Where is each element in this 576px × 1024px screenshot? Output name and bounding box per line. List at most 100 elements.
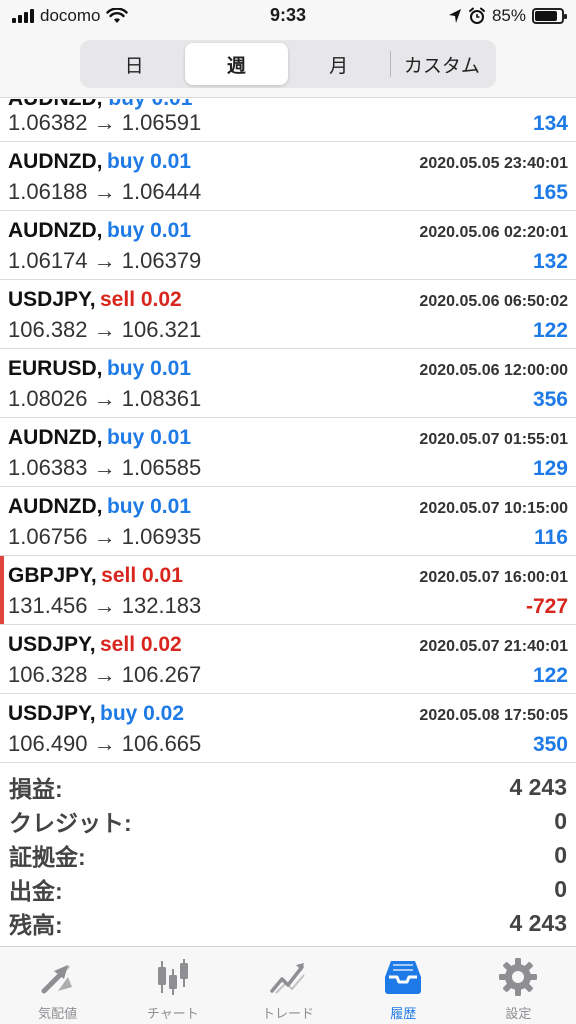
history-summary: 損益: 4 243 クレジット: 0 証拠金: 0 出金: 0 残高: 4 243	[0, 770, 576, 940]
deal-datetime: 2020.05.06 12:00:00	[419, 362, 568, 379]
deal-prices: 1.06174 → 1.06379	[8, 248, 202, 273]
deal-detail: 1.06383 → 1.06585 129	[8, 455, 568, 481]
deal-detail: 1.06188 → 1.06444 165	[8, 179, 568, 205]
deal-datetime: 2020.05.06 02:20:01	[419, 224, 568, 241]
trade-line-icon	[270, 963, 305, 994]
deal-profit: 356	[532, 388, 568, 411]
deal-symbol: AUDNZD,	[8, 495, 103, 518]
tab-settings[interactable]: 設定	[461, 947, 576, 1024]
deal-symbol: AUDNZD,	[8, 150, 103, 173]
deal-detail: 1.06756 → 1.06935 116	[8, 524, 568, 550]
battery-icon	[532, 8, 567, 24]
deal-symbol: AUDNZD,	[8, 219, 103, 242]
deal-datetime: 2020.05.06 06:50:02	[419, 293, 568, 310]
tab-day[interactable]: 日	[83, 43, 185, 85]
deal-row[interactable]: USDJPY, buy 0.02 2020.05.08 17:50:05 106.4…	[0, 694, 576, 763]
deal-direction: sell 0.02	[100, 288, 182, 311]
deal-prices: 106.490 → 106.665	[8, 731, 202, 756]
deal-row[interactable]: USDJPY, sell 0.02 2020.05.06 06:50:02 106.…	[0, 280, 576, 349]
period-segmented-control: 日 週 月 カスタム	[80, 40, 496, 88]
deal-header: AUDNZD, buy 0.01 2020.05.06 02:20:01	[8, 219, 568, 243]
deal-profit: 122	[532, 664, 568, 687]
deal-symbol: GBPJPY,	[8, 564, 97, 587]
summary-credit: クレジット: 0	[9, 807, 567, 837]
summary-profit: 損益: 4 243	[9, 773, 567, 803]
location-arrow-icon	[448, 9, 461, 23]
tab-month[interactable]: 月	[288, 43, 390, 85]
deal-header: USDJPY, buy 0.02 2020.05.08 17:50:05	[8, 702, 568, 726]
deal-symbol: USDJPY,	[8, 288, 96, 311]
deal-row[interactable]: AUDNZD, buy 0.01 2020.05.07 10:15:00 1.067…	[0, 487, 576, 556]
history-inbox-icon	[385, 961, 422, 994]
deal-profit: 122	[532, 319, 568, 342]
deal-direction: buy 0.01	[106, 357, 192, 380]
deal-detail: 1.06382 → 1.06591 134	[8, 110, 568, 136]
deal-prices: 1.06756 → 1.06935	[8, 524, 202, 549]
status-bar: docomo 9:33 85%	[0, 0, 576, 34]
deal-row[interactable]: EURUSD, buy 0.01 2020.05.06 12:00:00 1.080…	[0, 349, 576, 418]
deal-datetime: 2020.05.05 23:40:01	[419, 155, 568, 172]
deal-detail: 106.328 → 106.267 122	[8, 662, 568, 688]
summary-deposit: 証拠金: 0	[9, 841, 567, 871]
deal-direction: buy 0.01	[106, 495, 191, 518]
tab-quotes[interactable]: 気配値	[0, 947, 115, 1024]
gear-icon	[499, 958, 538, 996]
deal-detail: 131.456 → 132.183 -727	[8, 593, 568, 619]
status-right: 85%	[448, 6, 567, 26]
tab-week[interactable]: 週	[185, 43, 288, 85]
deal-direction: buy 0.01	[106, 426, 191, 449]
summary-balance: 残高: 4 243	[9, 909, 567, 939]
deal-detail: 1.06174 → 1.06379 132	[8, 248, 568, 274]
deal-history-list[interactable]: AUDNZD, buy 0.011.06382 → 1.06591134AUDN…	[0, 99, 576, 765]
deal-row[interactable]: AUDNZD, buy 0.01 2020.05.07 01:55:01 1.063…	[0, 418, 576, 487]
deal-symbol: EURUSD,	[8, 357, 103, 380]
deal-detail: 106.490 → 106.665 350	[8, 731, 568, 757]
deal-datetime: 2020.05.07 21:40:01	[419, 638, 568, 655]
deal-prices: 1.08026 → 1.08361	[8, 386, 202, 411]
quotes-arrows-icon	[41, 965, 72, 994]
deal-row[interactable]: USDJPY, sell 0.02 2020.05.07 21:40:01 106.…	[0, 625, 576, 694]
candlestick-icon	[157, 959, 188, 995]
tab-trade[interactable]: トレード	[230, 947, 345, 1024]
deal-row[interactable]: AUDNZD, buy 0.01 2020.05.06 02:20:01 1.061…	[0, 211, 576, 280]
battery-percent: 85%	[491, 6, 526, 25]
summary-withdrawal: 出金: 0	[9, 875, 567, 905]
deal-symbol: USDJPY,	[8, 633, 96, 656]
deal-prices: 1.06383 → 1.06585	[8, 455, 202, 480]
deal-prices: 106.382 → 106.321	[8, 317, 202, 342]
deal-header: EURUSD, buy 0.01 2020.05.06 12:00:00	[8, 357, 568, 381]
deal-symbol: AUDNZD,	[8, 426, 103, 449]
deal-symbol: AUDNZD,	[8, 99, 103, 110]
alarm-icon	[468, 7, 485, 24]
deal-row[interactable]: AUDNZD, buy 0.01 2020.05.05 23:40:01 1.061…	[0, 142, 576, 211]
deal-prices: 131.456 → 132.183	[8, 593, 202, 618]
deal-detail: 106.382 → 106.321 122	[8, 317, 568, 343]
deal-header: AUDNZD, buy 0.01 2020.05.05 23:40:01	[8, 150, 568, 174]
deal-direction: buy 0.01	[106, 219, 191, 242]
deal-direction: sell 0.02	[100, 633, 182, 656]
deal-profit: 134	[532, 112, 568, 135]
deal-profit: 116	[534, 526, 568, 549]
deal-direction: buy 0.02	[100, 702, 185, 725]
deal-prices: 1.06382 → 1.06591	[8, 110, 202, 135]
deal-header: USDJPY, sell 0.02 2020.05.06 06:50:02	[8, 288, 568, 312]
deal-row[interactable]: GBPJPY, sell 0.01 2020.05.07 16:00:01 131.…	[0, 556, 576, 625]
deal-header: GBPJPY, sell 0.01 2020.05.07 16:00:01	[8, 564, 568, 588]
deal-header: AUDNZD, buy 0.01 2020.05.07 10:15:00	[8, 495, 568, 519]
deal-direction: buy 0.01	[108, 99, 192, 110]
deal-datetime: 2020.05.07 16:00:01	[419, 569, 568, 586]
period-header: 日 週 月 カスタム	[0, 34, 576, 98]
deal-row[interactable]: AUDNZD, buy 0.011.06382 → 1.06591 134	[0, 99, 576, 142]
deal-header: AUDNZD, buy 0.01 2020.05.07 01:55:01	[8, 426, 568, 450]
deal-direction: buy 0.01	[106, 150, 191, 173]
deal-datetime: 2020.05.07 01:55:01	[419, 431, 568, 448]
tab-chart[interactable]: チャート	[115, 947, 230, 1024]
tab-custom[interactable]: カスタム	[391, 43, 493, 85]
deal-profit: 165	[532, 181, 568, 204]
deal-profit: 350	[532, 733, 568, 756]
deal-datetime: 2020.05.07 10:15:00	[419, 500, 568, 517]
deal-detail: 1.08026 → 1.08361 356	[8, 386, 568, 412]
tab-history[interactable]: 履歴	[346, 947, 461, 1024]
deal-prices: 106.328 → 106.267	[8, 662, 202, 687]
deal-symbol: USDJPY,	[8, 702, 96, 725]
